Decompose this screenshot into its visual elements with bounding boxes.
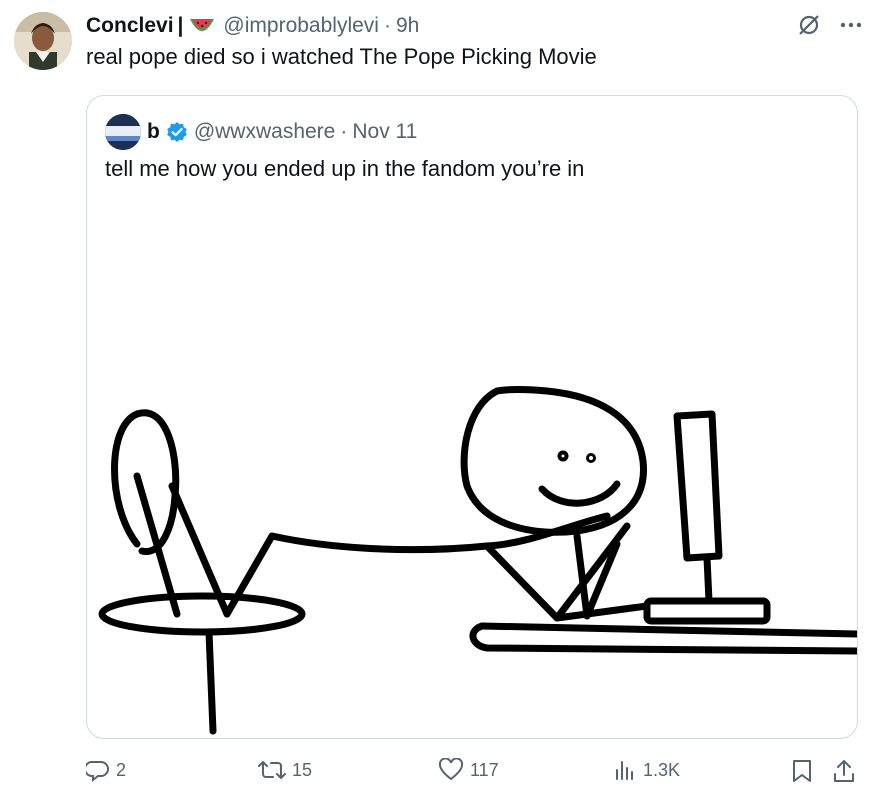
grok-icon[interactable]: [796, 12, 822, 38]
post-time[interactable]: 9h: [396, 14, 419, 38]
quoted-tweet[interactable]: b @wwxwashere · Nov 11 tell me how you e…: [86, 95, 858, 739]
top-right-icons: [796, 12, 862, 38]
drawing-monitor-screen: [673, 410, 723, 562]
tweet-header: Conclevi | @improbablylevi · 9h: [86, 12, 419, 40]
repost-button[interactable]: 15: [258, 758, 312, 782]
like-count: 117: [470, 759, 499, 780]
drawing-chair-back: [111, 409, 180, 555]
repost-icon: [258, 758, 286, 782]
drawing-monitor-base: [643, 597, 771, 625]
quote-author-name[interactable]: b: [147, 120, 160, 144]
share-icon: [832, 758, 856, 784]
header-dot: ·: [383, 14, 391, 37]
drawing-figure-eye-left: [557, 450, 569, 462]
quote-image[interactable]: [87, 386, 858, 739]
drawing-keyboard: [553, 602, 651, 622]
bookmark-button[interactable]: [791, 758, 813, 784]
drawing-chair-seat: [98, 592, 306, 636]
share-button[interactable]: [832, 758, 856, 784]
quote-header-dot: ·: [340, 120, 348, 143]
like-icon: [438, 758, 464, 782]
views-icon: [613, 758, 637, 782]
author-name[interactable]: Conclevi: [86, 14, 174, 38]
drawing-chair-strut-1: [133, 472, 181, 618]
tweet-text: real pope died so i watched The Pope Pic…: [86, 44, 597, 69]
reply-count: 2: [116, 759, 127, 780]
quote-text: tell me how you ended up in the fandom y…: [105, 156, 585, 181]
action-bar: 2 15 117 1.3K: [86, 758, 858, 790]
drawing-figure-eye-right: [586, 453, 596, 463]
reply-icon: [86, 758, 110, 782]
drawing-figure-head: [460, 386, 647, 536]
author-avatar[interactable]: [14, 12, 72, 70]
quote-author-handle[interactable]: @wwxwashere: [194, 120, 336, 144]
drawing-figure-smile: [538, 480, 621, 507]
more-icon[interactable]: [840, 21, 862, 29]
views-count: 1.3K: [643, 759, 681, 780]
quote-author-avatar[interactable]: [105, 114, 141, 150]
drawing-monitor-stand: [703, 554, 713, 605]
drawing-desk-edge: [478, 622, 857, 638]
watermelon-icon: [189, 17, 215, 35]
reply-button[interactable]: 2: [86, 758, 126, 782]
author-handle[interactable]: @improbablylevi: [223, 14, 379, 38]
verified-badge-icon: [166, 121, 188, 143]
bookmark-icon: [791, 758, 813, 784]
like-button[interactable]: 117: [438, 758, 499, 782]
quote-header: b @wwxwashere · Nov 11: [147, 116, 417, 148]
views-button[interactable]: 1.3K: [613, 758, 680, 782]
repost-count: 15: [292, 759, 313, 780]
drawing-chair-leg: [205, 628, 217, 735]
quote-date[interactable]: Nov 11: [352, 120, 417, 144]
name-separator: |: [177, 14, 184, 37]
